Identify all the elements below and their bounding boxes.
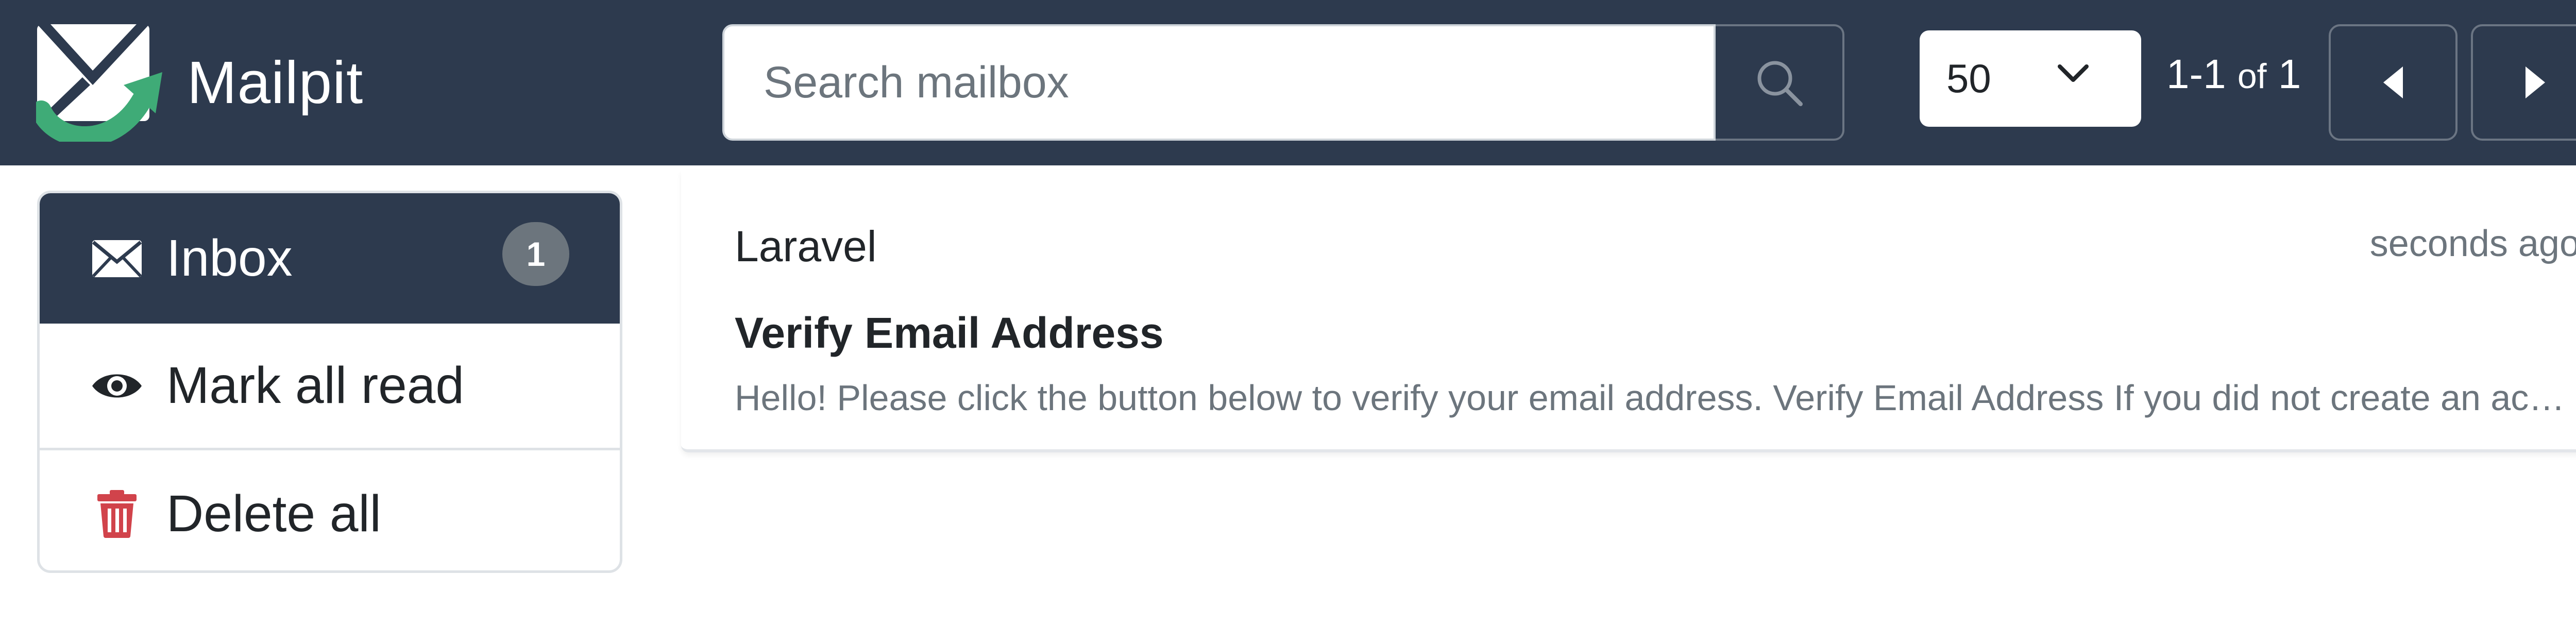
trash-icon: [91, 488, 143, 539]
sidebar-item-delete-all[interactable]: Delete all: [40, 450, 620, 570]
pagination-of-label: of: [2237, 57, 2267, 96]
sidebar-menu: Inbox 1 Mark all read Delete all: [37, 191, 622, 573]
sidebar-item-mark-all-read[interactable]: Mark all read: [40, 324, 620, 450]
sidebar-item-label: Delete all: [166, 484, 381, 543]
pagination-range: 1-1: [2166, 51, 2226, 97]
caret-right-icon: [2526, 66, 2545, 98]
top-navbar: Mailpit 50 1-1 of 1: [0, 0, 2576, 165]
sidebar-item-inbox[interactable]: Inbox 1: [40, 193, 620, 324]
search-icon: [1757, 61, 1803, 106]
caret-left-icon: [2383, 66, 2403, 98]
brand[interactable]: Mailpit: [36, 23, 363, 142]
previous-page-button[interactable]: [2329, 24, 2458, 141]
message-sender: Laravel: [735, 222, 877, 271]
app-title: Mailpit: [187, 49, 364, 116]
unread-count-badge: 1: [502, 222, 569, 286]
per-page-select[interactable]: 50: [1920, 30, 2141, 127]
eye-icon: [91, 360, 143, 412]
sidebar-item-label: Inbox: [166, 229, 293, 287]
per-page-value: 50: [1946, 56, 1991, 101]
message-timestamp: seconds ago: [2369, 223, 2576, 264]
mailpit-logo-icon: [36, 24, 162, 142]
sidebar-item-label: Mark all read: [166, 357, 464, 414]
pagination-info: 1-1 of 1: [2166, 50, 2301, 98]
pagination-total: 1: [2278, 51, 2301, 97]
chevron-down-icon: [2058, 64, 2089, 82]
message-subject: Verify Email Address: [735, 309, 1164, 357]
message-list-item[interactable]: Laravel seconds ago Verify Email Address…: [681, 170, 2576, 452]
search-input[interactable]: [722, 24, 1716, 141]
envelope-icon: [91, 233, 143, 284]
message-snippet: Hello! Please click the button below to …: [735, 378, 2576, 418]
search-form: [722, 24, 1844, 141]
next-page-button[interactable]: [2471, 24, 2576, 141]
search-button[interactable]: [1716, 24, 1844, 141]
